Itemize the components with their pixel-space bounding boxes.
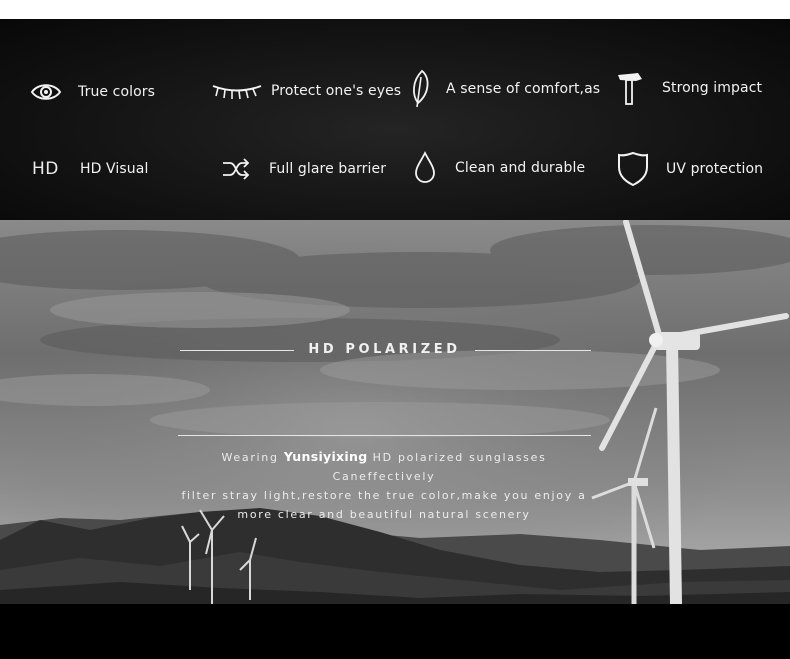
feature-label: A sense of comfort,as (446, 81, 601, 97)
droplet-icon (414, 151, 436, 185)
product-detail-page: True colors Protect one's eyes A sense o… (0, 0, 790, 659)
feature-true-colors: True colors (30, 81, 155, 103)
feature-clean-durable: Clean and durable (414, 151, 585, 185)
feature-label: Strong impact (662, 80, 763, 96)
feature-hd-visual: HD HD Visual (32, 159, 148, 179)
feather-icon (408, 69, 432, 109)
eyelash-icon (211, 81, 263, 101)
brand-name: Yunsiyixing (283, 449, 368, 464)
hd-icon: HD (32, 159, 59, 179)
top-spacer (0, 0, 790, 19)
feature-label: True colors (78, 84, 156, 100)
feature-label: Clean and durable (455, 160, 586, 176)
feature-protect-eyes: Protect one's eyes (211, 81, 401, 101)
feature-label: Full glare barrier (269, 161, 387, 177)
feature-glare-barrier: Full glare barrier (221, 157, 386, 181)
feature-panel: True colors Protect one's eyes A sense o… (0, 19, 790, 220)
shield-icon (617, 151, 649, 187)
desc-line-1: Wearing Yunsiyixing HD polarized sunglas… (221, 449, 547, 483)
wind-farm-photo (0, 220, 790, 604)
desc-line-3: more clear and beautiful natural scenery (237, 508, 531, 521)
banner-description: Wearing Yunsiyixing HD polarized sunglas… (170, 447, 598, 524)
hammer-icon (616, 69, 644, 107)
banner-title-row: HD POLARIZED (178, 340, 591, 362)
shuffle-icon (221, 157, 251, 181)
feature-label: Protect one's eyes (271, 83, 402, 99)
title-right-rule (475, 350, 591, 351)
description-rule (178, 435, 591, 436)
feature-comfort: A sense of comfort,as (408, 69, 600, 109)
feature-strong-impact: Strong impact (616, 69, 762, 107)
feature-label: HD Visual (80, 161, 149, 177)
feature-uv-protection: UV protection (617, 151, 763, 187)
eye-icon (30, 81, 62, 103)
desc-line-2: filter stray light,restore the true colo… (181, 489, 587, 502)
feature-label: UV protection (666, 161, 764, 177)
bottom-bar (0, 604, 790, 659)
